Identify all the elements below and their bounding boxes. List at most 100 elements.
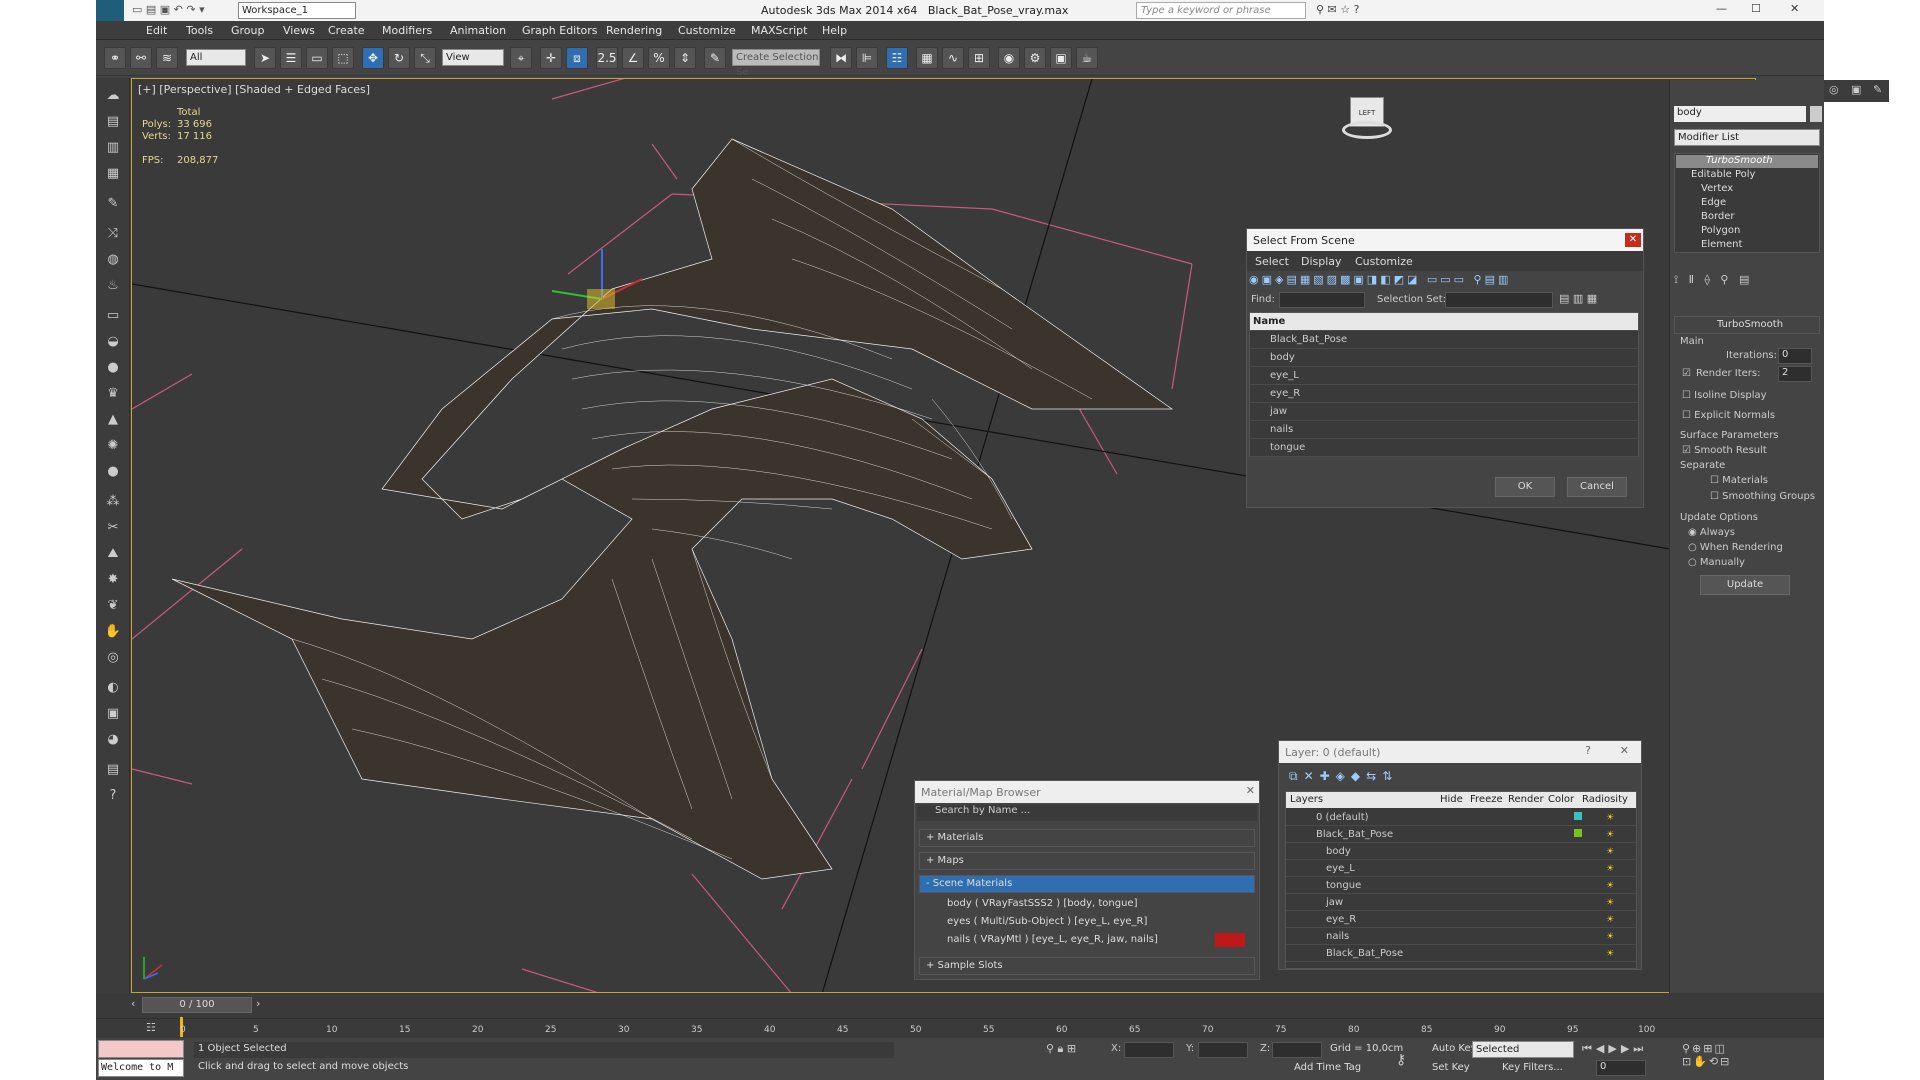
menu-group[interactable]: Group	[231, 24, 265, 37]
tool-icon-10[interactable]: ◒	[101, 332, 125, 352]
tool-icon-2[interactable]: ▤	[101, 112, 125, 132]
x-coordinate-field[interactable]	[1124, 1042, 1174, 1058]
menu-rendering[interactable]: Rendering	[606, 24, 662, 37]
pivot-center-icon[interactable]: ⌖	[510, 47, 532, 69]
stack-element[interactable]: Element	[1701, 239, 1742, 250]
align-icon[interactable]: ⊫	[856, 47, 878, 69]
menu-help[interactable]: Help	[822, 24, 847, 37]
track-ruler[interactable]: 0 5 10 15 20 25 30 35 40 45 50 55 60 65 …	[180, 1017, 1712, 1039]
when-rendering-radio[interactable]: ○ When Rendering	[1688, 542, 1783, 553]
select-dialog-menu-display[interactable]: Display	[1301, 255, 1342, 268]
render-iters-checkbox[interactable]: ☑	[1682, 368, 1691, 379]
select-by-name-icon[interactable]: ☰	[280, 47, 302, 69]
mirror-icon[interactable]: ⧓	[830, 47, 852, 69]
isoline-display-checkbox[interactable]: ☐ Isoline Display	[1682, 390, 1767, 401]
stack-edge[interactable]: Edge	[1701, 197, 1726, 208]
tool-icon-4[interactable]: ▦	[101, 164, 125, 184]
time-slider-thumb[interactable]: 0 / 100	[142, 997, 252, 1013]
list-item[interactable]: tongue	[1250, 439, 1638, 457]
table-row[interactable]: body	[1286, 843, 1636, 860]
layer-close-icon[interactable]: ✕	[1620, 744, 1629, 757]
sample-slots-group[interactable]: + Sample Slots	[919, 957, 1255, 975]
list-item[interactable]: eye_R	[1250, 385, 1638, 403]
select-object-icon[interactable]: ➤	[254, 47, 276, 69]
add-time-tag[interactable]: Add Time Tag	[1294, 1062, 1361, 1073]
stack-editable-poly[interactable]: Editable Poly	[1691, 169, 1755, 180]
find-input[interactable]	[1279, 292, 1365, 308]
menu-animation[interactable]: Animation	[450, 24, 506, 37]
tool-icon-20[interactable]: ❦	[101, 596, 125, 616]
display-tab-icon[interactable]: ▣	[1851, 83, 1861, 96]
stack-turbosmooth[interactable]: TurboSmooth	[1676, 155, 1818, 168]
table-row[interactable]: eye_L	[1286, 860, 1636, 877]
curve-editor-icon[interactable]: ∿	[942, 47, 964, 69]
list-item[interactable]: body	[1250, 349, 1638, 367]
maximize-icon[interactable]: ☐	[1751, 2, 1761, 15]
ok-button[interactable]: OK	[1495, 477, 1555, 497]
stack-tools[interactable]: ⟟ Ⅱ ⟠ ⚲ ▤	[1674, 273, 1820, 289]
select-rotate-icon[interactable]: ↻	[388, 47, 410, 69]
material-item-body[interactable]: body ( VRayFastSSS2 ) [body, tongue]	[927, 895, 1247, 913]
bind-spacewarp-icon[interactable]: ≋	[156, 47, 178, 69]
percent-snap-icon[interactable]: %	[648, 47, 670, 69]
auto-key-button[interactable]: Auto Key	[1432, 1043, 1477, 1054]
motion-tab-icon[interactable]: ◎	[1829, 83, 1839, 96]
cancel-button[interactable]: Cancel	[1567, 477, 1627, 497]
material-editor-icon[interactable]: ◉	[998, 47, 1020, 69]
modifier-list-dropdown[interactable]: Modifier List	[1674, 129, 1820, 146]
track-bar[interactable]: ☷ 0 5 10 15 20 25 30 35 40 45 50 55 60 6…	[96, 1017, 1824, 1039]
tool-icon-3[interactable]: ▥	[101, 138, 125, 158]
menu-customize[interactable]: Customize	[678, 24, 736, 37]
select-dialog-filter-icons[interactable]: ◉▣◈▤▦▧▨▩▣◨◧◩◪ ▭▭▭ ⚲▤▥	[1249, 273, 1641, 291]
object-name-field[interactable]: body	[1674, 106, 1806, 122]
tool-icon-9[interactable]: ▭	[101, 306, 125, 326]
viewport-nav-controls[interactable]: ⚲⊕⊞◫ ⊡✋⟲⊟	[1682, 1042, 1731, 1068]
scene-materials-group[interactable]: - Scene Materials	[919, 875, 1255, 893]
table-row[interactable]: jaw	[1286, 894, 1636, 911]
menu-tools[interactable]: Tools	[186, 24, 213, 37]
table-row[interactable]: tongue	[1286, 877, 1636, 894]
menu-views[interactable]: Views	[283, 24, 315, 37]
tool-icon-8[interactable]: ♨	[101, 276, 125, 296]
link-icon[interactable]: ⚭	[104, 47, 126, 69]
tool-icon-1[interactable]: ☁	[101, 86, 125, 106]
workspace-dropdown[interactable]: Workspace_1	[238, 2, 356, 19]
angle-snap-icon[interactable]: ∠	[622, 47, 644, 69]
object-color-swatch[interactable]	[1810, 106, 1822, 122]
select-dialog-menu-select[interactable]: Select	[1255, 255, 1289, 268]
minimize-icon[interactable]: —	[1716, 2, 1727, 15]
update-button[interactable]: Update	[1700, 575, 1790, 595]
time-prev-icon[interactable]: ‹	[131, 997, 139, 1013]
app-logo-icon[interactable]	[96, 0, 124, 21]
lock-selection-icon[interactable]: ⚲ 🔒︎ ⊞	[1046, 1042, 1076, 1056]
smooth-result-checkbox[interactable]: ☑ Smooth Result	[1682, 445, 1767, 456]
col-layers[interactable]: Layers	[1290, 794, 1323, 805]
layer-color-swatch[interactable]	[1574, 812, 1582, 820]
manually-radio[interactable]: ○ Manually	[1688, 557, 1745, 568]
material-search-input[interactable]: Search by Name ...	[917, 805, 1257, 821]
layer-color-swatch[interactable]	[1574, 829, 1582, 837]
selection-set-tools-icons[interactable]: ▤ ▥ ▦	[1559, 292, 1597, 305]
rendered-frame-icon[interactable]: ▣	[1050, 47, 1072, 69]
list-item[interactable]: eye_L	[1250, 367, 1638, 385]
stack-polygon[interactable]: Polygon	[1701, 225, 1740, 236]
select-dialog-menu-customize[interactable]: Customize	[1355, 255, 1413, 268]
menu-modifiers[interactable]: Modifiers	[382, 24, 432, 37]
iterations-spinner[interactable]: 0	[1778, 348, 1812, 364]
infocenter-icons[interactable]: ⚲ ✉ ☆ ?	[1316, 3, 1359, 16]
viewcube[interactable]: LEFT	[1342, 93, 1392, 143]
key-icon[interactable]: ⚷	[1396, 1052, 1406, 1068]
table-row[interactable]: eye_R	[1286, 911, 1636, 928]
named-selection-dropdown[interactable]: Create Selection Se	[732, 49, 820, 78]
ref-coord-dropdown[interactable]: View	[442, 49, 504, 66]
tool-icon-18[interactable]: ⛰	[101, 544, 125, 564]
tool-icon-15[interactable]: ●	[101, 462, 125, 482]
col-render[interactable]: Render	[1508, 794, 1544, 805]
materials-group[interactable]: + Materials	[919, 829, 1255, 847]
edit-named-sets-icon[interactable]: ✎	[704, 47, 726, 69]
close-icon[interactable]: ✕	[1790, 2, 1799, 15]
menu-maxscript[interactable]: MAXScript	[751, 24, 807, 37]
col-hide[interactable]: Hide	[1440, 794, 1463, 805]
spinner-snap-icon[interactable]: ⇕	[674, 47, 696, 69]
tool-icon-23[interactable]: ◐	[101, 678, 125, 698]
